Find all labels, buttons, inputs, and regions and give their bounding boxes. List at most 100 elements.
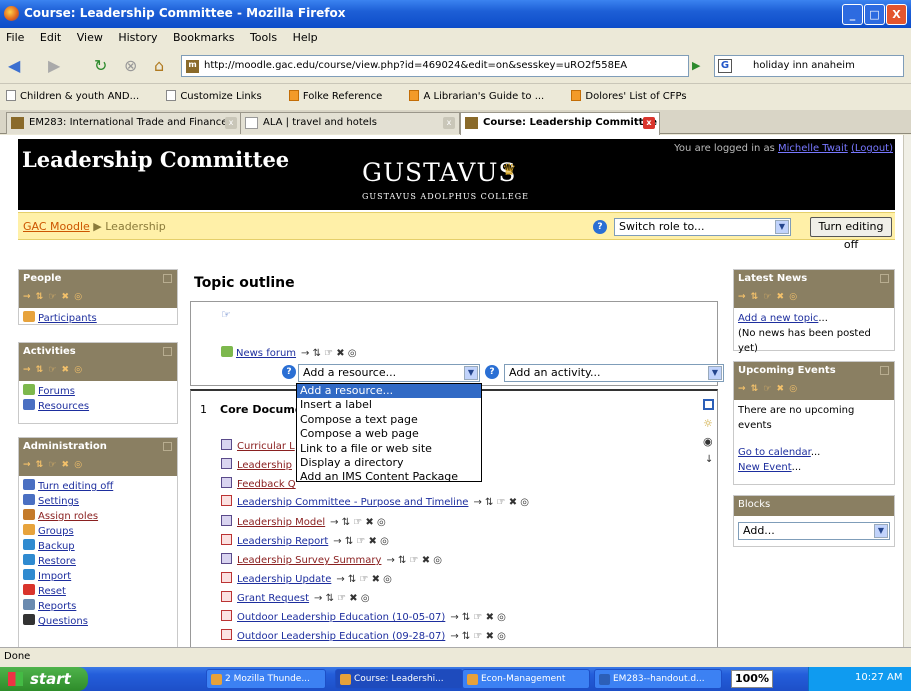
tab-close-icon[interactable]: x <box>225 117 237 129</box>
breadcrumb-home[interactable]: GAC Moodle <box>23 220 90 233</box>
tab-em283[interactable]: EM283: International Trade and Finance x <box>6 112 242 134</box>
move-here-icon[interactable]: ☞ <box>221 308 231 321</box>
go-icon[interactable]: ▶ <box>692 59 700 72</box>
taskbar-item[interactable]: EM283--handout.d... <box>594 669 722 689</box>
forward-icon[interactable]: ▶ <box>48 56 60 75</box>
resource-link[interactable]: Grant Request <box>237 593 309 604</box>
help-icon[interactable]: ? <box>593 220 607 234</box>
edit-controls[interactable]: → ⇅ ☞ ✖ ◎ <box>386 555 442 566</box>
show-only-section-icon[interactable] <box>703 399 714 410</box>
resource-link[interactable]: Leadership Report <box>237 536 328 547</box>
add-block-select[interactable]: Add... ▼ <box>738 522 890 540</box>
menu-file[interactable]: File <box>6 31 24 44</box>
edit-controls[interactable]: → ⇅ ☞ ✖ ◎ <box>301 348 357 359</box>
search-field[interactable]: G holiday inn anaheim <box>714 55 904 77</box>
move-down-icon[interactable]: ↓ <box>705 454 713 465</box>
admin-assign-roles[interactable]: Assign roles <box>38 511 98 522</box>
add-new-topic-link[interactable]: Add a new topic <box>738 313 818 324</box>
admin-turn-editing-off[interactable]: Turn editing off <box>38 481 113 492</box>
tab-leadership[interactable]: Course: Leadership Committee x <box>460 112 660 135</box>
collapse-icon[interactable] <box>163 274 172 283</box>
resource-link[interactable]: Feedback Q <box>237 479 296 490</box>
edit-controls[interactable]: → ⇅ ☞ ✖ ◎ <box>450 612 506 623</box>
taskbar-item[interactable]: 2 Mozilla Thunde... <box>206 669 326 689</box>
block-controls[interactable]: → ⇅ ☞ ✖ ◎ <box>23 365 83 375</box>
bookmark-item[interactable]: Dolores' List of CFPs <box>571 90 698 102</box>
resources-link[interactable]: Resources <box>38 401 89 412</box>
menu-help[interactable]: Help <box>293 31 318 44</box>
start-button[interactable]: start <box>0 667 88 691</box>
google-icon[interactable]: G <box>718 59 732 73</box>
bookmark-item[interactable]: Customize Links <box>166 90 273 102</box>
menu-bookmarks[interactable]: Bookmarks <box>173 31 234 44</box>
resource-link[interactable]: Leadership Survey Summary <box>237 555 381 566</box>
user-link[interactable]: Michelle Twait <box>778 143 848 154</box>
dropdown-option[interactable]: Compose a web page <box>297 427 481 441</box>
new-event-link[interactable]: New Event <box>738 462 792 473</box>
highlight-icon[interactable]: ☼ <box>703 417 713 430</box>
block-controls[interactable]: → ⇅ ☞ ✖ ◎ <box>738 384 798 394</box>
tab-ala[interactable]: ALA | travel and hotels x <box>240 112 460 134</box>
resource-link[interactable]: Outdoor Leadership Education (10-05-07) <box>237 612 445 623</box>
switch-role-select[interactable]: Switch role to... ▼ <box>614 218 791 236</box>
admin-restore[interactable]: Restore <box>38 556 76 567</box>
block-controls[interactable]: → ⇅ ☞ ✖ ◎ <box>23 292 83 302</box>
forums-link[interactable]: Forums <box>38 386 75 397</box>
admin-questions[interactable]: Questions <box>38 616 88 627</box>
url-bar[interactable]: m http://moodle.gac.edu/course/view.php?… <box>181 55 689 77</box>
admin-reports[interactable]: Reports <box>38 601 76 612</box>
participants-link[interactable]: Participants <box>38 313 97 324</box>
edit-controls[interactable]: → ⇅ ☞ ✖ ◎ <box>333 536 389 547</box>
dropdown-option[interactable]: Link to a file or web site <box>297 442 481 456</box>
block-controls[interactable]: → ⇅ ☞ ✖ ◎ <box>738 292 798 302</box>
dropdown-option[interactable]: Display a directory <box>297 456 481 470</box>
resource-link[interactable]: Leadership <box>237 460 292 471</box>
resource-link[interactable]: Leadership Update <box>237 574 331 585</box>
resource-link[interactable]: Leadership Model <box>237 517 325 528</box>
add-activity-select[interactable]: Add an activity... ▼ <box>504 364 724 382</box>
edit-controls[interactable]: → ⇅ ☞ ✖ ◎ <box>473 497 529 508</box>
admin-groups[interactable]: Groups <box>38 526 74 537</box>
resource-link[interactable]: Curricular L <box>237 441 295 452</box>
dropdown-option[interactable]: Add a resource... <box>297 384 481 399</box>
logout-link[interactable]: (Logout) <box>851 143 893 154</box>
collapse-icon[interactable] <box>880 366 889 375</box>
resource-link[interactable]: Outdoor Leadership Education (09-28-07) <box>237 631 445 642</box>
minimize-button[interactable]: _ <box>842 4 863 25</box>
menu-edit[interactable]: Edit <box>40 31 61 44</box>
collapse-icon[interactable] <box>163 442 172 451</box>
admin-import[interactable]: Import <box>38 571 71 582</box>
close-button[interactable]: X <box>886 4 907 25</box>
resource-link[interactable]: Leadership Committee - Purpose and Timel… <box>237 497 468 508</box>
tab-close-icon[interactable]: x <box>643 117 655 129</box>
taskbar-item[interactable]: Econ-Management <box>462 669 590 689</box>
dropdown-option[interactable]: Add an IMS Content Package <box>297 470 481 484</box>
maximize-button[interactable]: □ <box>864 4 885 25</box>
menu-view[interactable]: View <box>77 31 103 44</box>
admin-backup[interactable]: Backup <box>38 541 75 552</box>
turn-editing-off-button[interactable]: Turn editing off <box>810 217 892 251</box>
dropdown-option[interactable]: Insert a label <box>297 398 481 412</box>
admin-reset[interactable]: Reset <box>38 586 66 597</box>
reload-icon[interactable]: ↻ <box>94 56 107 75</box>
menu-history[interactable]: History <box>118 31 157 44</box>
stop-icon[interactable]: ⊗ <box>124 56 137 75</box>
bookmark-item[interactable]: A Librarian's Guide to ... <box>409 90 556 102</box>
home-icon[interactable]: ⌂ <box>154 56 164 75</box>
collapse-icon[interactable] <box>880 274 889 283</box>
goto-calendar-link[interactable]: Go to calendar <box>738 447 811 458</box>
dropdown-option[interactable]: Compose a text page <box>297 413 481 427</box>
edit-controls[interactable]: → ⇅ ☞ ✖ ◎ <box>450 631 506 642</box>
bookmark-item[interactable]: Folke Reference <box>288 90 394 102</box>
admin-settings[interactable]: Settings <box>38 496 79 507</box>
collapse-icon[interactable] <box>163 347 172 356</box>
eye-icon[interactable]: ◉ <box>703 435 713 448</box>
block-controls[interactable]: → ⇅ ☞ ✖ ◎ <box>23 460 83 470</box>
taskbar-item[interactable]: Course: Leadershi... <box>335 669 463 689</box>
back-icon[interactable]: ◀ <box>8 56 20 75</box>
edit-controls[interactable]: → ⇅ ☞ ✖ ◎ <box>314 593 370 604</box>
add-resource-select[interactable]: Add a resource... ▼ <box>298 364 480 382</box>
bookmark-item[interactable]: Children & youth AND... <box>6 90 151 102</box>
vertical-scrollbar[interactable] <box>903 135 911 647</box>
news-forum-link[interactable]: News forum <box>236 348 296 359</box>
